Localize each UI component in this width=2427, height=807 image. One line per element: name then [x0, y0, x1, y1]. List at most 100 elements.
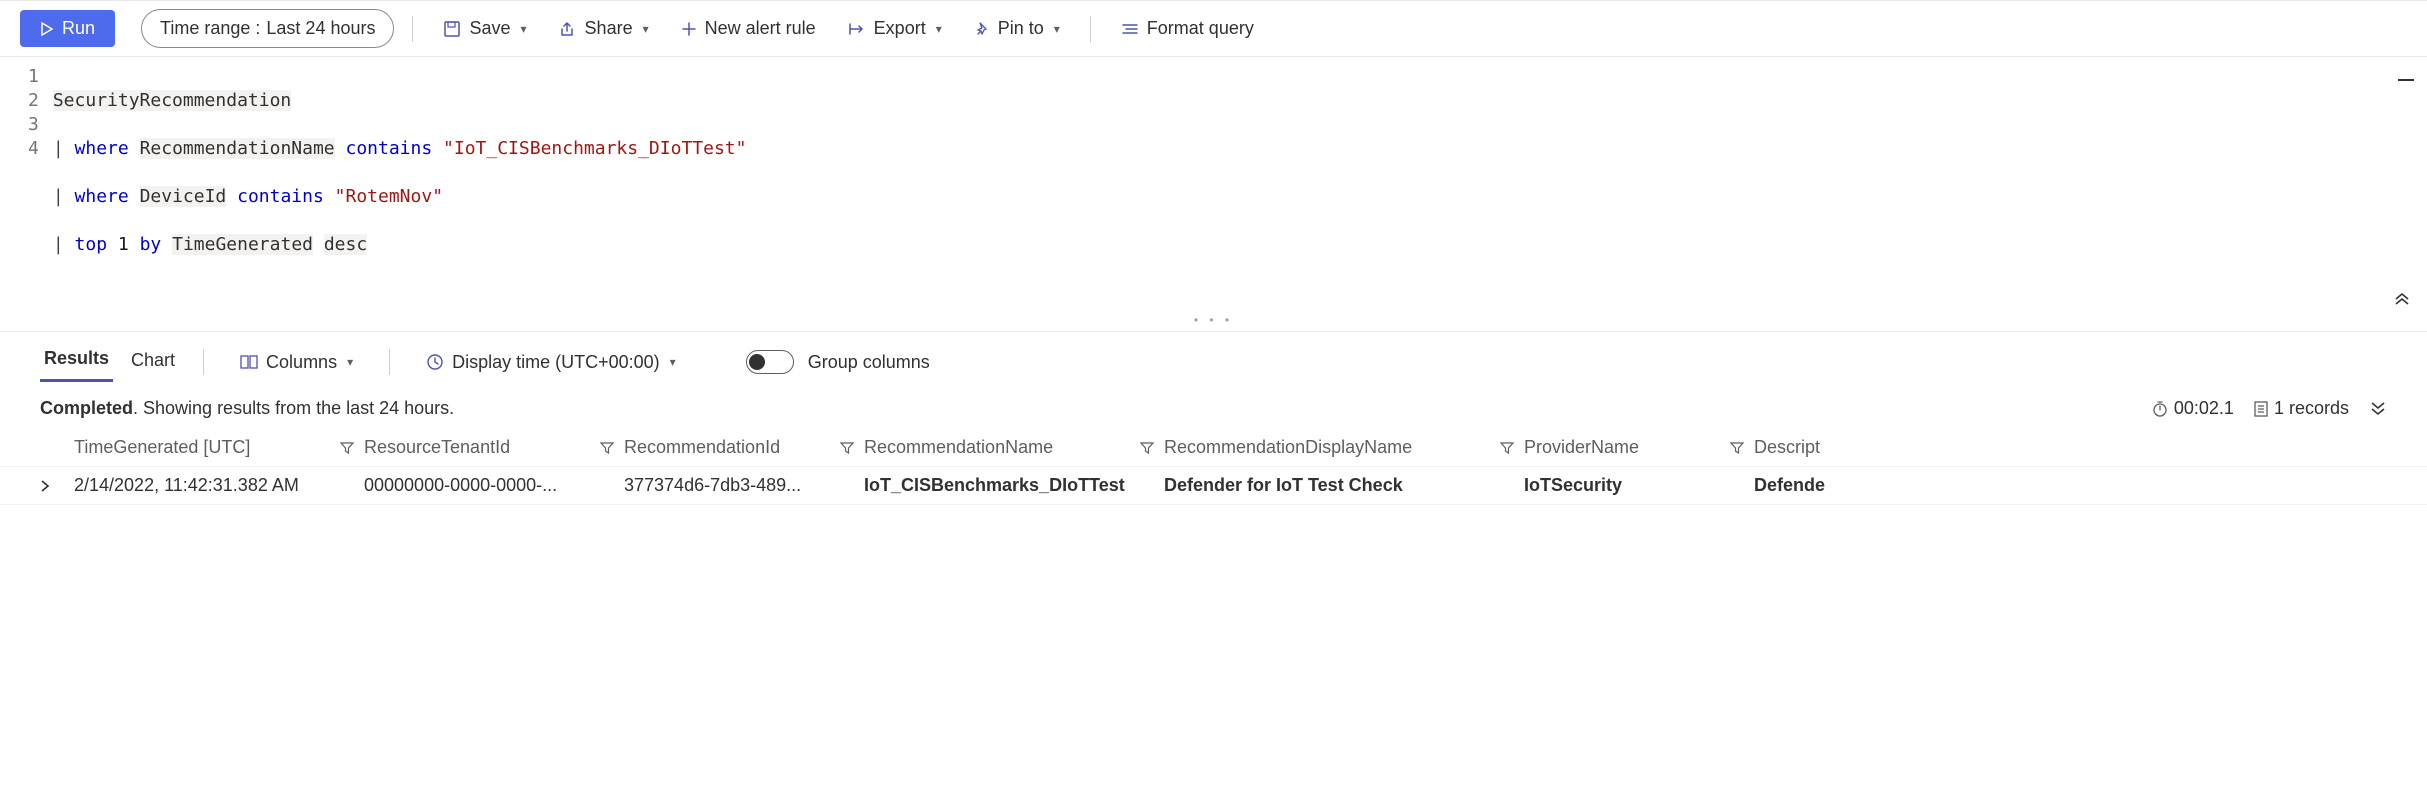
group-columns-label: Group columns [808, 352, 930, 373]
toggle-knob-icon [749, 354, 765, 370]
plus-icon [681, 21, 697, 37]
cell-description: Defende [1754, 475, 1874, 496]
filter-icon[interactable] [1730, 441, 1744, 455]
export-label: Export [874, 18, 926, 39]
token-keyword: top [75, 234, 108, 255]
format-icon [1121, 22, 1139, 36]
chevron-down-icon: ▾ [670, 355, 676, 369]
token-keyword: where [75, 186, 129, 207]
row-expander[interactable] [40, 479, 74, 493]
line-number: 3 [28, 113, 39, 137]
record-count: 1 records [2254, 398, 2349, 419]
save-button[interactable]: Save ▾ [431, 12, 538, 45]
query-duration: 00:02.1 [2152, 398, 2234, 419]
filter-icon[interactable] [1500, 441, 1514, 455]
col-label: RecommendationId [624, 437, 780, 458]
col-label: TimeGenerated [UTC] [74, 437, 250, 458]
columns-icon [240, 354, 258, 370]
filter-icon[interactable] [840, 441, 854, 455]
save-icon [443, 20, 461, 38]
cell-recommendationname: IoT_CISBenchmarks_DIoTTest [864, 475, 1164, 496]
pane-splitter[interactable]: • • • [0, 313, 2427, 332]
time-range-value: Last 24 hours [266, 18, 375, 39]
collapse-line-icon[interactable] [2397, 77, 2415, 83]
column-header-resourcetenantid[interactable]: ResourceTenantId [364, 437, 624, 458]
chevron-down-icon: ▾ [521, 22, 527, 36]
pin-icon [974, 21, 990, 37]
export-icon [848, 22, 866, 36]
token-identifier: TimeGenerated [172, 234, 313, 255]
status-completed: Completed [40, 398, 133, 418]
column-header-recommendationid[interactable]: RecommendationId [624, 437, 864, 458]
run-button[interactable]: Run [20, 10, 115, 47]
editor-wrap: 1 2 3 4 SecurityRecommendation | where R… [0, 57, 2427, 313]
share-button[interactable]: Share ▾ [547, 12, 661, 45]
token-identifier: SecurityRecommendation [53, 90, 291, 111]
chevron-down-icon: ▾ [643, 22, 649, 36]
cell-providername: IoTSecurity [1524, 475, 1754, 496]
col-label: ProviderName [1524, 437, 1639, 458]
token-keyword: contains [345, 138, 432, 159]
column-header-recommendationname[interactable]: RecommendationName [864, 437, 1164, 458]
group-columns-toggle[interactable] [746, 350, 794, 374]
token-pipe: | [53, 234, 64, 255]
token-keyword: where [75, 138, 129, 159]
column-header-providername[interactable]: ProviderName [1524, 437, 1754, 458]
token-pipe: | [53, 186, 64, 207]
code-content[interactable]: SecurityRecommendation | where Recommend… [53, 65, 2415, 305]
column-header-timegenerated[interactable]: TimeGenerated [UTC] [74, 437, 364, 458]
filter-icon[interactable] [340, 441, 354, 455]
token-identifier: desc [324, 234, 367, 255]
query-toolbar: Run Time range : Last 24 hours Save ▾ Sh… [0, 0, 2427, 57]
tab-chart[interactable]: Chart [127, 344, 179, 381]
col-label: RecommendationName [864, 437, 1053, 458]
time-range-label: Time range : [160, 18, 260, 39]
filter-icon[interactable] [600, 441, 614, 455]
token-keyword: by [140, 234, 162, 255]
col-label: RecommendationDisplayName [1164, 437, 1412, 458]
column-header-description[interactable]: Descript [1754, 437, 1874, 458]
line-number: 1 [28, 65, 39, 89]
token-string: "RotemNov" [335, 186, 443, 207]
share-icon [559, 20, 577, 38]
time-range-selector[interactable]: Time range : Last 24 hours [141, 9, 394, 48]
new-alert-button[interactable]: New alert rule [669, 12, 828, 45]
pin-to-label: Pin to [998, 18, 1044, 39]
separator [203, 349, 204, 375]
stopwatch-icon [2152, 401, 2168, 417]
column-header-recommendationdisplayname[interactable]: RecommendationDisplayName [1164, 437, 1524, 458]
table-row[interactable]: 2/14/2022, 11:42:31.382 AM 00000000-0000… [0, 467, 2427, 505]
token-identifier: RecommendationName [140, 138, 335, 159]
format-query-button[interactable]: Format query [1109, 12, 1266, 45]
token-identifier: DeviceId [140, 186, 227, 207]
expand-down-icon[interactable] [2369, 401, 2387, 417]
col-label: ResourceTenantId [364, 437, 510, 458]
share-label: Share [585, 18, 633, 39]
columns-label: Columns [266, 352, 337, 373]
separator [412, 16, 413, 42]
line-number: 2 [28, 89, 39, 113]
results-grid-header: TimeGenerated [UTC] ResourceTenantId Rec… [0, 429, 2427, 467]
line-number: 4 [28, 137, 39, 161]
scroll-top-icon[interactable] [2393, 289, 2411, 305]
results-toolbar: Results Chart Columns ▾ Display time (UT… [0, 332, 2427, 388]
pin-to-button[interactable]: Pin to ▾ [962, 12, 1072, 45]
query-editor[interactable]: 1 2 3 4 SecurityRecommendation | where R… [0, 57, 2427, 313]
col-label: Descript [1754, 437, 1820, 458]
columns-button[interactable]: Columns ▾ [228, 346, 365, 379]
display-time-button[interactable]: Display time (UTC+00:00) ▾ [414, 346, 688, 379]
status-detail: . Showing results from the last 24 hours… [133, 398, 454, 418]
clock-icon [426, 353, 444, 371]
display-time-label: Display time (UTC+00:00) [452, 352, 660, 373]
tab-results[interactable]: Results [40, 342, 113, 382]
export-button[interactable]: Export ▾ [836, 12, 954, 45]
cell-timegenerated: 2/14/2022, 11:42:31.382 AM [74, 475, 364, 496]
records-icon [2254, 401, 2268, 417]
new-alert-label: New alert rule [705, 18, 816, 39]
filter-icon[interactable] [1140, 441, 1154, 455]
token-number: 1 [118, 234, 129, 255]
status-bar: Completed. Showing results from the last… [0, 388, 2427, 429]
token-keyword: contains [237, 186, 324, 207]
token-pipe: | [53, 138, 64, 159]
chevron-down-icon: ▾ [347, 355, 353, 369]
